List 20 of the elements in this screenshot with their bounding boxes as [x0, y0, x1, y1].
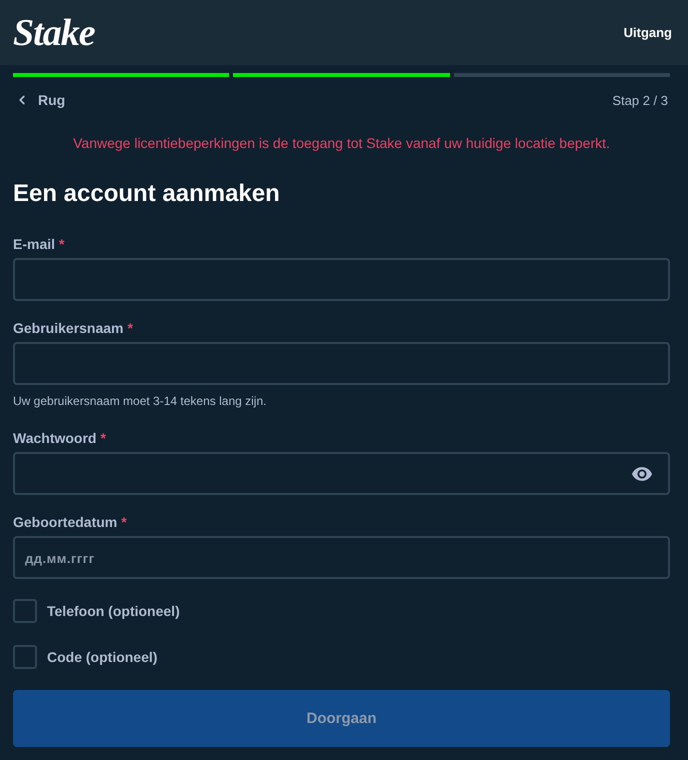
checkbox[interactable]: [13, 599, 37, 623]
field-label: Wachtwoord *: [13, 429, 107, 447]
eye-icon[interactable]: [632, 466, 652, 480]
field-label: Gebruikersnaam *: [13, 319, 134, 337]
exit-link[interactable]: Uitgang: [624, 25, 672, 40]
field-hint: Uw gebruikersnaam moet 3-14 tekens lang zijn.: [13, 393, 268, 409]
error-message: Vanwege licentiebeperkingen is de toegang tot Stake vanaf uw huidige locatie beperkt.: [72, 134, 611, 153]
page-title: Een account aanmaken: [13, 179, 281, 209]
checkbox[interactable]: [13, 645, 37, 669]
back-link[interactable]: Rug: [13, 92, 66, 108]
field-label: E-mail *: [13, 235, 66, 253]
checkbox-label[interactable]: Code (optioneel): [47, 649, 158, 665]
input-field[interactable]: [13, 342, 670, 385]
step-counter: Stap 2 / 3: [612, 92, 669, 108]
input-field[interactable]: [13, 258, 670, 301]
field-label: Geboortedatum *: [13, 513, 128, 531]
password-field[interactable]: [13, 452, 670, 495]
date-field[interactable]: дд.мм.гггг: [13, 536, 670, 579]
logo: Stake: [13, 14, 95, 52]
checkbox-label[interactable]: Telefoon (optioneel): [47, 603, 180, 619]
